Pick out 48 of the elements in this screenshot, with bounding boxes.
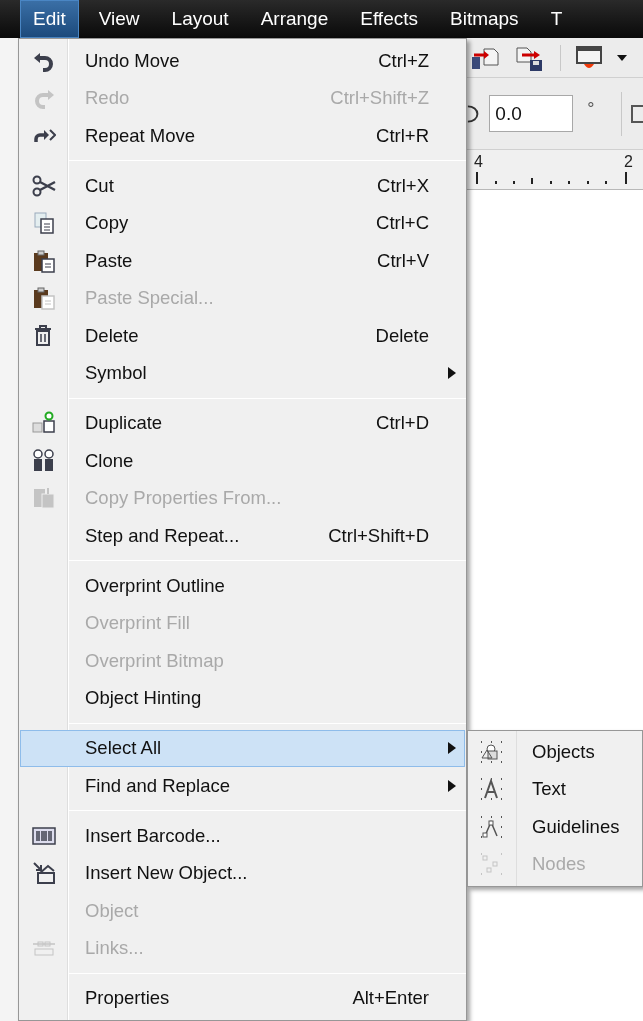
menu-bar-item[interactable]: Layout [159,0,241,38]
submenu-arrow-icon [448,742,456,755]
ruler-label: 4 [474,152,483,172]
shape-icon[interactable] [631,104,643,123]
select-nodes-icon [479,852,503,877]
copy-properties-icon [32,486,56,511]
scissors-icon [32,173,56,198]
ruler-label: 2 [624,152,633,172]
menu-bar-item[interactable]: T [538,0,575,38]
insert-object-icon [32,861,56,886]
menu-item[interactable]: Object Hinting [20,679,465,717]
menu-item[interactable]: Overprint Outline [20,567,465,605]
menu-item[interactable]: Guidelines [468,808,642,846]
menu-bar-item[interactable]: Bitmaps [438,0,531,38]
submenu-arrow-icon [448,779,456,792]
menu-item[interactable]: Paste Ctrl+V [20,242,465,280]
menu-item[interactable]: Clone [20,442,465,480]
select-guidelines-icon [479,814,503,839]
menu-item[interactable]: Undo Move Ctrl+Z [20,42,465,80]
select-objects-icon [479,739,503,764]
menu-item[interactable]: Select All [20,729,465,767]
menu-item[interactable]: Find and Replace [20,767,465,805]
menu-item[interactable]: Symbol [20,354,465,392]
menu-bar-item[interactable]: Effects [348,0,430,38]
menu-bar-item[interactable]: View [86,0,152,38]
menu-bar-item[interactable]: Arrange [248,0,341,38]
angle-field[interactable]: 0.0 [489,95,574,132]
menu-bar-item[interactable]: Edit [20,0,79,38]
menu-item[interactable]: Properties Alt+Enter [20,979,465,1017]
submenu-arrow-icon [448,367,456,380]
menu-item[interactable]: Copy Ctrl+C [20,204,465,242]
paste-icon [32,248,56,273]
menu-item[interactable]: Cut Ctrl+X [20,167,465,205]
copy-icon [32,211,56,236]
clone-icon [32,448,56,473]
paste-icon [32,286,56,311]
menu-item[interactable]: Delete Delete [20,317,465,355]
caret-icon[interactable] [617,54,627,61]
degree-label: ° [587,98,595,121]
select-text-icon [479,777,503,802]
menu-item[interactable]: Insert Barcode... [20,817,465,855]
menu-item[interactable]: Repeat Move Ctrl+R [20,117,465,155]
duplicate-icon [32,411,56,436]
menu-item[interactable]: Objects [468,733,642,771]
menu-item[interactable]: Text [468,770,642,808]
menu-item[interactable]: Duplicate Ctrl+D [20,404,465,442]
menu-item[interactable]: Step and Repeat... Ctrl+Shift+D [20,517,465,555]
menu-item[interactable]: Insert New Object... [20,854,465,892]
